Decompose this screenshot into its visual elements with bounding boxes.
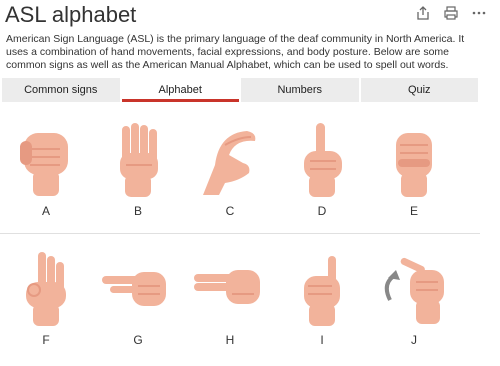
sign-card-e[interactable]: E <box>368 123 460 218</box>
hand-d-icon <box>304 123 342 197</box>
letter-label: D <box>317 204 327 218</box>
alphabet-row-2: F G H I J <box>0 233 480 354</box>
hand-e-icon <box>396 133 432 197</box>
page-description: American Sign Language (ASL) is the prim… <box>6 33 465 71</box>
hand-j-icon <box>384 257 444 324</box>
letter-label: G <box>133 333 143 347</box>
top-bar: ASL alphabet <box>0 0 500 30</box>
hand-g-icon <box>102 272 166 306</box>
hand-b-icon <box>120 123 158 197</box>
letter-label: A <box>41 204 50 218</box>
sign-card-j[interactable]: J <box>368 252 460 347</box>
letter-label: F <box>42 333 50 347</box>
alphabet-row-1: A B C D E <box>0 108 480 233</box>
tab-numbers[interactable]: Numbers <box>241 78 359 102</box>
sign-card-g[interactable]: G <box>92 252 184 347</box>
hand-f-icon <box>26 252 66 326</box>
toolbar <box>414 4 488 22</box>
hand-h-icon <box>194 270 260 304</box>
tab-common-signs[interactable]: Common signs <box>2 78 120 102</box>
sign-card-f[interactable]: F <box>0 252 92 347</box>
share-icon[interactable] <box>414 4 432 22</box>
letter-label: I <box>320 333 324 347</box>
sign-card-i[interactable]: I <box>276 252 368 347</box>
alphabet-grid: A B C D E F G H I J <box>0 108 480 354</box>
sign-card-c[interactable]: C <box>184 123 276 218</box>
letter-label: H <box>225 333 235 347</box>
tab-alphabet[interactable]: Alphabet <box>121 78 239 102</box>
hand-a-icon <box>20 133 68 196</box>
page-title: ASL alphabet <box>5 2 137 27</box>
sign-card-d[interactable]: D <box>276 123 368 218</box>
more-icon[interactable] <box>470 4 488 22</box>
sign-card-b[interactable]: B <box>92 123 184 218</box>
letter-label: J <box>411 333 417 347</box>
tab-bar: Common signs Alphabet Numbers Quiz <box>2 78 478 102</box>
sign-card-a[interactable]: A <box>0 123 92 218</box>
print-icon[interactable] <box>442 4 460 22</box>
hand-c-icon <box>203 131 256 195</box>
letter-label: E <box>409 204 418 218</box>
letter-label: C <box>225 204 235 218</box>
sign-card-h[interactable]: H <box>184 252 276 347</box>
tab-quiz[interactable]: Quiz <box>360 78 478 102</box>
hand-i-icon <box>304 256 340 326</box>
letter-label: B <box>133 204 142 218</box>
